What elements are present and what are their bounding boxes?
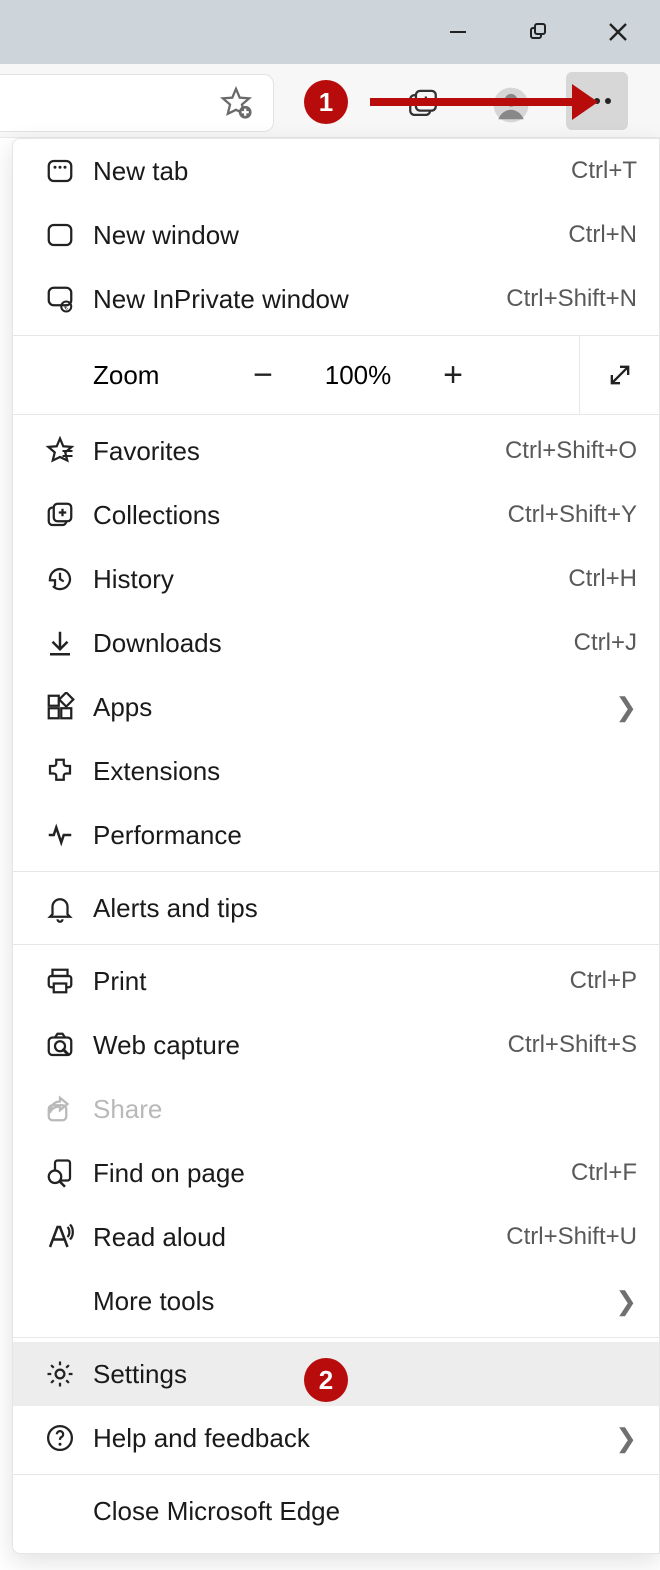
menu-label: New window <box>89 220 568 251</box>
find-icon <box>31 1158 89 1188</box>
share-icon <box>31 1094 89 1124</box>
web-capture-icon <box>31 1030 89 1060</box>
menu-shortcut: Ctrl+Shift+Y <box>508 501 637 529</box>
menu-label: Print <box>89 966 570 997</box>
menu-separator <box>13 871 659 872</box>
menu-shortcut: Ctrl+T <box>571 157 637 185</box>
menu-close-edge[interactable]: Close Microsoft Edge <box>13 1479 659 1543</box>
menu-shortcut: Ctrl+F <box>571 1159 637 1187</box>
history-icon <box>31 564 89 594</box>
zoom-value: 100% <box>303 360 413 391</box>
menu-inprivate-window[interactable]: € New InPrivate window Ctrl+Shift+N <box>13 267 659 331</box>
menu-shortcut: Ctrl+J <box>574 629 637 657</box>
menu-performance[interactable]: Performance <box>13 803 659 867</box>
extensions-icon <box>31 756 89 786</box>
menu-label: Extensions <box>89 756 637 787</box>
collections-icon <box>31 500 89 530</box>
menu-favorites[interactable]: Favorites Ctrl+Shift+O <box>13 419 659 483</box>
menu-collections[interactable]: Collections Ctrl+Shift+Y <box>13 483 659 547</box>
menu-label: New tab <box>89 156 571 187</box>
menu-more-tools[interactable]: More tools ❯ <box>13 1269 659 1333</box>
inprivate-icon: € <box>31 284 89 314</box>
settings-menu: New tab Ctrl+T New window Ctrl+N € New I… <box>12 138 660 1554</box>
add-favorite-icon[interactable] <box>219 86 253 120</box>
menu-downloads[interactable]: Downloads Ctrl+J <box>13 611 659 675</box>
menu-shortcut: Ctrl+Shift+U <box>506 1223 637 1251</box>
bell-icon <box>31 893 89 923</box>
menu-find[interactable]: Find on page Ctrl+F <box>13 1141 659 1205</box>
menu-share: Share <box>13 1077 659 1141</box>
zoom-out-button[interactable]: − <box>223 356 303 395</box>
menu-label: Web capture <box>89 1030 508 1061</box>
menu-label: New InPrivate window <box>89 284 506 315</box>
callout-step-1: 1 <box>304 80 348 124</box>
callout-step-2: 2 <box>304 1358 348 1402</box>
menu-print[interactable]: Print Ctrl+P <box>13 949 659 1013</box>
read-aloud-icon <box>31 1222 89 1252</box>
chevron-right-icon: ❯ <box>615 1423 637 1454</box>
window-minimize-button[interactable] <box>446 20 470 44</box>
window-titlebar <box>0 0 660 64</box>
menu-zoom: Zoom − 100% + <box>13 335 659 415</box>
menu-label: History <box>89 564 568 595</box>
settings-icon <box>31 1359 89 1389</box>
menu-label: Apps <box>89 692 615 723</box>
menu-shortcut: Ctrl+Shift+O <box>505 437 637 465</box>
apps-icon <box>31 692 89 722</box>
address-bar[interactable] <box>0 74 274 132</box>
menu-label: Read aloud <box>89 1222 506 1253</box>
chevron-right-icon: ❯ <box>615 1286 637 1317</box>
performance-icon <box>31 820 89 850</box>
menu-separator <box>13 944 659 945</box>
menu-apps[interactable]: Apps ❯ <box>13 675 659 739</box>
help-icon <box>31 1423 89 1453</box>
menu-label: Favorites <box>89 436 505 467</box>
menu-label: Help and feedback <box>89 1423 615 1454</box>
chevron-right-icon: ❯ <box>615 692 637 723</box>
menu-help[interactable]: Help and feedback ❯ <box>13 1406 659 1470</box>
menu-separator <box>13 1337 659 1338</box>
menu-new-window[interactable]: New window Ctrl+N <box>13 203 659 267</box>
print-icon <box>31 966 89 996</box>
zoom-label: Zoom <box>13 360 223 391</box>
menu-label: Share <box>89 1094 637 1125</box>
menu-separator <box>13 1474 659 1475</box>
menu-label: Alerts and tips <box>89 893 637 924</box>
menu-label: Collections <box>89 500 508 531</box>
zoom-in-button[interactable]: + <box>413 356 493 395</box>
menu-label: Find on page <box>89 1158 571 1189</box>
menu-extensions[interactable]: Extensions <box>13 739 659 803</box>
menu-label: More tools <box>89 1286 615 1317</box>
menu-history[interactable]: History Ctrl+H <box>13 547 659 611</box>
fullscreen-button[interactable] <box>579 336 659 414</box>
favorites-icon <box>31 436 89 466</box>
new-window-icon <box>31 220 89 250</box>
menu-shortcut: Ctrl+H <box>568 565 637 593</box>
callout-arrow <box>370 98 576 106</box>
menu-shortcut: Ctrl+Shift+N <box>506 285 637 313</box>
menu-shortcut: Ctrl+P <box>570 967 637 995</box>
menu-label: Settings <box>89 1359 637 1390</box>
downloads-icon <box>31 628 89 658</box>
menu-label: Close Microsoft Edge <box>89 1496 637 1527</box>
menu-label: Performance <box>89 820 637 851</box>
menu-alerts[interactable]: Alerts and tips <box>13 876 659 940</box>
menu-label: Downloads <box>89 628 574 659</box>
new-tab-icon <box>31 156 89 186</box>
menu-web-capture[interactable]: Web capture Ctrl+Shift+S <box>13 1013 659 1077</box>
menu-read-aloud[interactable]: Read aloud Ctrl+Shift+U <box>13 1205 659 1269</box>
window-maximize-button[interactable] <box>526 20 550 44</box>
menu-shortcut: Ctrl+N <box>568 221 637 249</box>
menu-shortcut: Ctrl+Shift+S <box>508 1031 637 1059</box>
menu-new-tab[interactable]: New tab Ctrl+T <box>13 139 659 203</box>
window-close-button[interactable] <box>606 20 630 44</box>
